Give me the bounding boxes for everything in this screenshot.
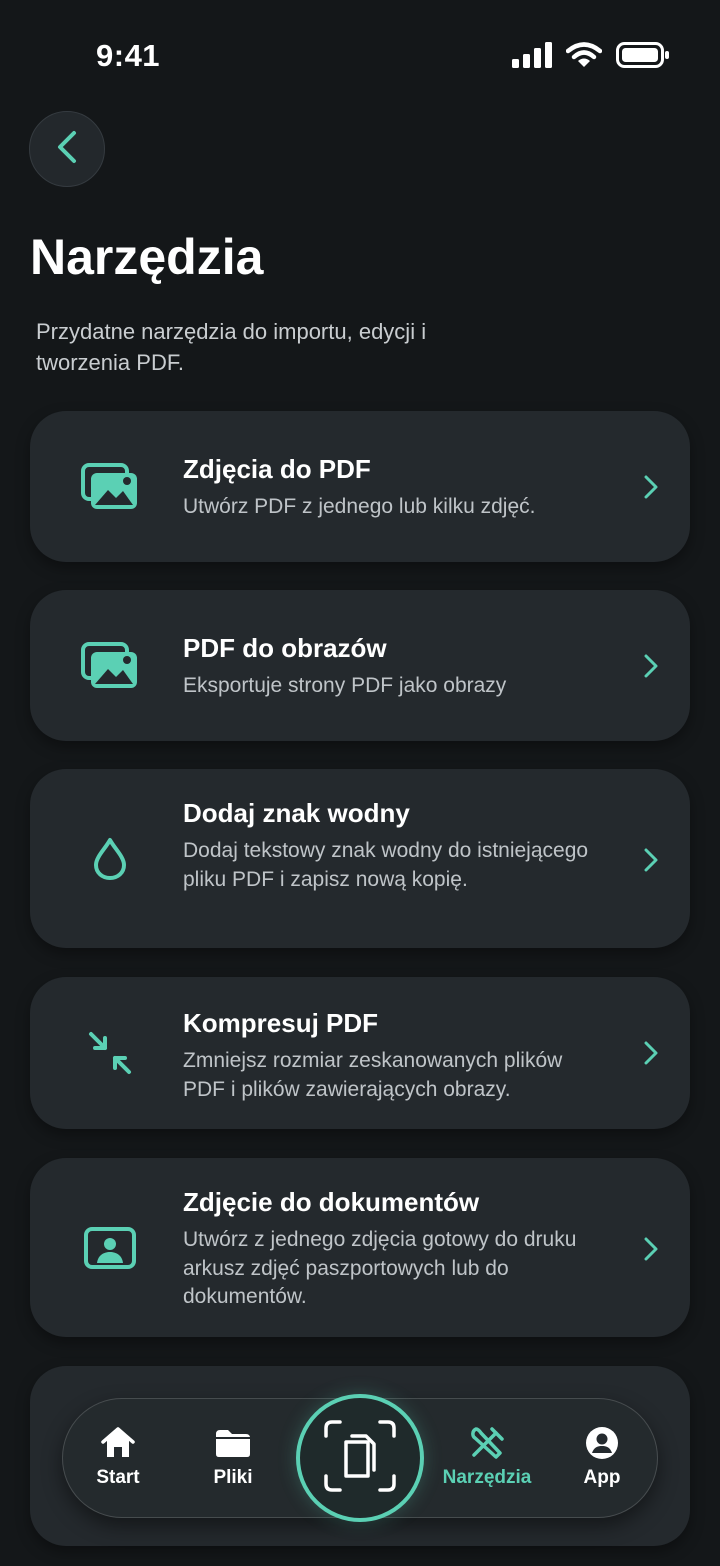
folder-icon bbox=[183, 1425, 283, 1461]
page-subtitle: Przydatne narzędzia do importu, edycji i… bbox=[36, 319, 427, 375]
home-icon bbox=[68, 1425, 168, 1461]
nav-label: Narzędzia bbox=[442, 1467, 532, 1488]
back-button[interactable] bbox=[29, 111, 105, 187]
nav-label: App bbox=[583, 1467, 621, 1488]
tool-title: Zdjęcie do dokumentów bbox=[183, 1187, 480, 1217]
tool-description: Dodaj tekstowy znak wodny do istniejąceg… bbox=[183, 839, 589, 891]
tool-card-compress-pdf[interactable]: Kompresuj PDF Zmniejsz rozmiar zeskanowa… bbox=[30, 977, 690, 1129]
tool-title: Zdjęcia do PDF bbox=[183, 454, 371, 484]
tool-card-add-watermark[interactable]: Dodaj znak wodny Dodaj tekstowy znak wod… bbox=[30, 769, 690, 948]
chevron-right-icon bbox=[640, 845, 662, 875]
tool-description: Utwórz PDF z jednego lub kilku zdjęć. bbox=[183, 495, 536, 518]
images-icon bbox=[80, 636, 140, 696]
tools-icon bbox=[437, 1425, 537, 1461]
tool-card-document-photo[interactable]: Zdjęcie do dokumentów Utwórz z jednego z… bbox=[30, 1158, 690, 1337]
chevron-right-icon bbox=[640, 651, 662, 681]
page-title: Narzędzia bbox=[30, 229, 264, 285]
tool-title: Dodaj znak wodny bbox=[183, 798, 410, 828]
scan-document-icon bbox=[322, 1418, 398, 1499]
wifi-icon bbox=[565, 42, 603, 73]
images-icon bbox=[80, 457, 140, 517]
status-bar: 9:41 bbox=[0, 0, 720, 110]
tool-card-images-to-pdf[interactable]: Zdjęcia do PDF Utwórz PDF z jednego lub … bbox=[30, 411, 690, 562]
tool-description: Eksportuje strony PDF jako obrazy bbox=[183, 674, 507, 697]
status-time: 9:41 bbox=[96, 38, 161, 73]
account-icon bbox=[552, 1425, 652, 1461]
nav-item-files[interactable]: Pliki bbox=[183, 1425, 283, 1489]
nav-label: Start bbox=[96, 1467, 140, 1488]
chevron-right-icon bbox=[640, 472, 662, 502]
chevron-right-icon bbox=[640, 1234, 662, 1264]
battery-icon bbox=[616, 42, 670, 73]
chevron-left-icon bbox=[54, 129, 80, 170]
nav-item-start[interactable]: Start bbox=[68, 1425, 168, 1489]
tool-title: PDF do obrazów bbox=[183, 633, 387, 663]
portrait-icon bbox=[80, 1218, 140, 1278]
scan-button[interactable] bbox=[296, 1394, 424, 1522]
water-drop-icon bbox=[80, 829, 140, 889]
nav-item-tools[interactable]: Narzędzia bbox=[437, 1425, 537, 1489]
compress-icon bbox=[80, 1023, 140, 1083]
tool-description: Utwórz z jednego zdjęcia gotowy do druku… bbox=[183, 1228, 577, 1308]
cellular-signal-icon bbox=[512, 42, 552, 73]
tool-description: Zmniejsz rozmiar zeskanowanych plików PD… bbox=[183, 1049, 563, 1101]
tool-card-pdf-to-images[interactable]: PDF do obrazów Eksportuje strony PDF jak… bbox=[30, 590, 690, 741]
nav-item-app[interactable]: App bbox=[552, 1425, 652, 1489]
nav-label: Pliki bbox=[213, 1467, 253, 1488]
chevron-right-icon bbox=[640, 1038, 662, 1068]
tool-title: Kompresuj PDF bbox=[183, 1008, 379, 1038]
